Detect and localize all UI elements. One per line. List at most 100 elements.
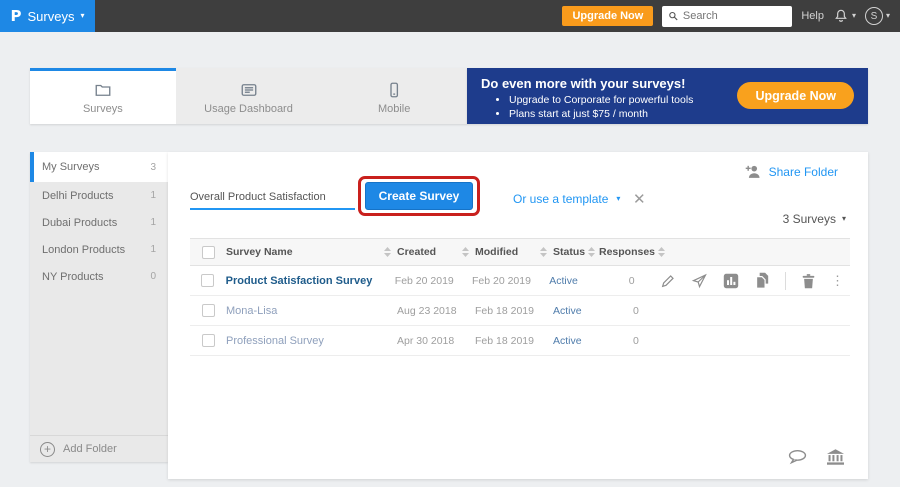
- bell-icon: [833, 8, 849, 24]
- sidebar-item-ny-products[interactable]: NY Products 0: [30, 263, 168, 290]
- responses-count: 0: [595, 275, 635, 287]
- notifications-menu[interactable]: ▾: [833, 8, 856, 24]
- new-survey-name-input[interactable]: [190, 186, 355, 210]
- edit-pencil-icon[interactable]: [660, 273, 676, 289]
- status-badge[interactable]: Active: [553, 305, 582, 317]
- chevron-down-icon: ▾: [852, 12, 856, 20]
- top-header: P Surveys ▾ Upgrade Now Help ▾ S ▾: [0, 0, 900, 32]
- tab-label: Usage Dashboard: [204, 103, 293, 115]
- app-logo-menu[interactable]: P Surveys ▾: [0, 0, 95, 32]
- folder-count: 3: [150, 162, 156, 173]
- brand-logo-icon: P: [11, 7, 22, 25]
- sort-icon[interactable]: [588, 247, 595, 257]
- send-plane-icon[interactable]: [691, 273, 708, 289]
- add-folder-button[interactable]: + Add Folder: [30, 435, 168, 462]
- chevron-down-icon: ▾: [80, 12, 84, 20]
- tab-mobile[interactable]: Mobile: [321, 68, 467, 124]
- chevron-down-icon: ▾: [842, 215, 846, 223]
- survey-name-link[interactable]: Product Satisfaction Survey: [226, 275, 373, 287]
- created-date: Aug 23 2018: [397, 305, 457, 317]
- sort-icon[interactable]: [384, 247, 391, 257]
- col-header-status[interactable]: Status: [553, 246, 585, 258]
- tab-usage-dashboard[interactable]: Usage Dashboard: [176, 68, 322, 124]
- avatar: S: [865, 7, 883, 25]
- account-menu[interactable]: S ▾: [865, 7, 890, 25]
- table-header-row: Survey Name Created Modified Status Resp…: [190, 238, 850, 266]
- table-row: Professional Survey Apr 30 2018 Feb 18 2…: [190, 326, 850, 356]
- tab-surveys[interactable]: Surveys: [30, 68, 176, 124]
- folder-icon: [94, 81, 112, 99]
- folder-label: My Surveys: [42, 161, 150, 173]
- folder-count: 0: [150, 271, 156, 282]
- folder-label: London Products: [42, 244, 150, 256]
- plus-circle-icon: +: [40, 442, 55, 457]
- global-search[interactable]: [662, 6, 792, 27]
- responses-count: 0: [599, 335, 639, 347]
- status-badge[interactable]: Active: [549, 275, 578, 287]
- sidebar-item-london-products[interactable]: London Products 1: [30, 236, 168, 263]
- use-template-dropdown[interactable]: Or use a template ▾: [513, 192, 620, 206]
- report-chart-icon[interactable]: [723, 273, 739, 289]
- close-icon[interactable]: ✕: [633, 190, 646, 208]
- responses-count: 0: [599, 305, 639, 317]
- help-link[interactable]: Help: [801, 10, 824, 22]
- banner-bullet: Plans start at just $75 / month: [509, 107, 854, 121]
- col-header-survey-name[interactable]: Survey Name: [226, 246, 293, 258]
- col-header-modified[interactable]: Modified: [475, 246, 518, 258]
- bank-icon[interactable]: [827, 449, 844, 465]
- panel-footer-actions: [788, 449, 844, 465]
- banner-upgrade-button[interactable]: Upgrade Now: [737, 82, 854, 109]
- search-input[interactable]: [683, 10, 786, 22]
- main-tabs: Surveys Usage Dashboard Mobile: [30, 68, 467, 124]
- table-row: Mona-Lisa Aug 23 2018 Feb 18 2019 Active…: [190, 296, 850, 326]
- sidebar-item-delhi-products[interactable]: Delhi Products 1: [30, 182, 168, 209]
- create-survey-button[interactable]: Create Survey: [365, 182, 473, 210]
- upgrade-banner: Do even more with your surveys! Upgrade …: [467, 68, 868, 124]
- surveys-table: Survey Name Created Modified Status Resp…: [190, 238, 850, 356]
- status-badge[interactable]: Active: [553, 335, 582, 347]
- created-date: Apr 30 2018: [397, 335, 454, 347]
- col-header-created[interactable]: Created: [397, 246, 436, 258]
- surveys-panel: Share Folder Create Survey Or use a temp…: [168, 152, 868, 479]
- folder-label: Dubai Products: [42, 217, 150, 229]
- folder-count: 1: [150, 244, 156, 255]
- table-row: Product Satisfaction Survey Feb 20 2019 …: [190, 266, 850, 296]
- copy-icon[interactable]: [754, 272, 770, 289]
- created-date: Feb 20 2019: [395, 275, 454, 287]
- folder-count: 1: [150, 217, 156, 228]
- share-folder-button[interactable]: Share Folder: [745, 164, 838, 179]
- modified-date: Feb 18 2019: [475, 335, 534, 347]
- upgrade-now-button[interactable]: Upgrade Now: [562, 6, 653, 26]
- product-title: Surveys: [28, 9, 75, 24]
- add-folder-label: Add Folder: [63, 443, 117, 455]
- row-checkbox[interactable]: [201, 274, 214, 287]
- folder-label: NY Products: [42, 271, 150, 283]
- mobile-icon: [385, 81, 403, 99]
- tab-label: Mobile: [378, 103, 410, 115]
- row-checkbox[interactable]: [202, 334, 215, 347]
- folder-count: 1: [150, 190, 156, 201]
- person-add-icon: [745, 164, 762, 179]
- share-folder-label: Share Folder: [769, 165, 838, 179]
- survey-name-link[interactable]: Mona-Lisa: [226, 305, 277, 317]
- row-checkbox[interactable]: [202, 304, 215, 317]
- sidebar-item-dubai-products[interactable]: Dubai Products 1: [30, 209, 168, 236]
- dashboard-icon: [240, 81, 258, 99]
- modified-date: Feb 18 2019: [475, 305, 534, 317]
- sort-icon[interactable]: [658, 247, 665, 257]
- surveys-count-label: 3 Surveys: [783, 212, 836, 226]
- select-all-checkbox[interactable]: [202, 246, 215, 259]
- use-template-label: Or use a template: [513, 192, 608, 206]
- folders-sidebar: My Surveys 3 Delhi Products 1 Dubai Prod…: [30, 152, 168, 462]
- more-options-icon[interactable]: ⋮: [831, 273, 844, 289]
- sort-icon[interactable]: [462, 247, 469, 257]
- surveys-count-dropdown[interactable]: 3 Surveys ▾: [783, 212, 846, 226]
- sort-icon[interactable]: [540, 247, 547, 257]
- sidebar-item-my-surveys[interactable]: My Surveys 3: [30, 152, 168, 182]
- tab-label: Surveys: [83, 103, 123, 115]
- chevron-down-icon: ▾: [616, 195, 620, 203]
- comment-bubble-icon[interactable]: [788, 449, 807, 465]
- survey-name-link[interactable]: Professional Survey: [226, 335, 324, 347]
- col-header-responses[interactable]: Responses: [599, 246, 655, 258]
- delete-trash-icon[interactable]: [801, 273, 816, 289]
